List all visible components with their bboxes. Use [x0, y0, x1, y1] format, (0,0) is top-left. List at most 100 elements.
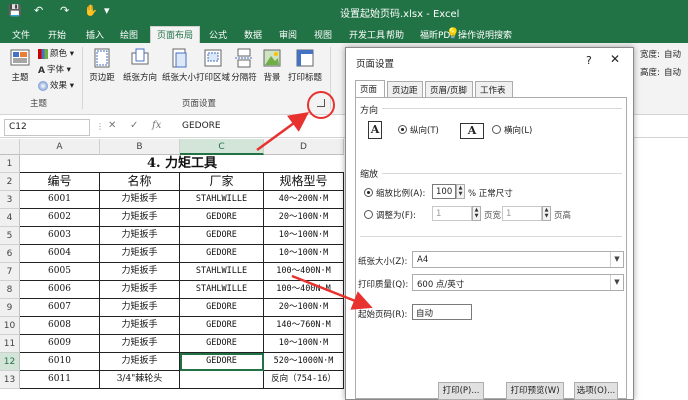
formula-input[interactable]: GEDORE [182, 121, 221, 131]
table-cell[interactable]: 力矩扳手 [100, 191, 180, 209]
table-cell[interactable]: 力矩扳手 [100, 263, 180, 281]
tab-formulas[interactable]: 公式 [203, 27, 233, 43]
row-header[interactable]: 11 [0, 335, 20, 353]
table-cell[interactable]: GEDORE [180, 209, 264, 227]
orientation-button[interactable]: 纸张方向 [120, 47, 160, 83]
table-cell[interactable]: 6003 [20, 227, 100, 245]
table-cell[interactable]: GEDORE [180, 299, 264, 317]
tab-view[interactable]: 视图 [308, 27, 338, 43]
row-header[interactable]: 7 [0, 263, 20, 281]
options-button[interactable]: 选项(O)... [574, 382, 618, 400]
fonts-button[interactable]: A 字体 ▾ [38, 64, 71, 77]
row-header[interactable]: 6 [0, 245, 20, 263]
enter-icon[interactable]: ✓ [130, 120, 138, 131]
table-cell[interactable]: 40～200N·M [264, 191, 344, 209]
table-cell[interactable]: 6002 [20, 209, 100, 227]
name-box[interactable]: C12 [4, 119, 90, 136]
table-cell[interactable]: GEDORE [180, 245, 264, 263]
table-cell[interactable]: 6001 [20, 191, 100, 209]
table-cell[interactable]: 力矩扳手 [100, 353, 180, 371]
help-icon[interactable]: ? [586, 54, 592, 67]
table-cell[interactable]: 反向（754-16） [264, 371, 344, 389]
table-cell[interactable]: 10～100N·M [264, 335, 344, 353]
margins-button[interactable]: 页边距 [86, 47, 118, 83]
tell-me-search[interactable]: 操作说明搜索 [452, 27, 518, 43]
first-page-number-input[interactable]: 自动 [412, 304, 472, 320]
tab-sheet[interactable]: 工作表 [475, 81, 513, 97]
fit-pages-tall-input[interactable]: 1 [502, 206, 542, 221]
scale-height-value[interactable]: 自动 [664, 67, 681, 80]
table-cell[interactable]: 6005 [20, 263, 100, 281]
row-header[interactable]: 3 [0, 191, 20, 209]
table-cell[interactable]: STAHLWILLE [180, 281, 264, 299]
tab-draw[interactable]: 绘图 [114, 27, 144, 43]
print-preview-button[interactable]: 打印预览(W) [506, 382, 564, 400]
size-button[interactable]: 纸张大小 [162, 47, 196, 83]
save-icon[interactable]: 💾 [8, 4, 22, 17]
tab-page-layout[interactable]: 页面布局 [150, 26, 201, 43]
table-cell[interactable]: 力矩扳手 [100, 281, 180, 299]
select-all-corner[interactable] [0, 139, 20, 155]
table-cell[interactable]: 力矩扳手 [100, 245, 180, 263]
table-cell[interactable] [180, 371, 264, 389]
print-button[interactable]: 打印(P)... [438, 382, 484, 400]
table-cell[interactable]: 力矩扳手 [100, 317, 180, 335]
landscape-radio[interactable] [492, 125, 501, 134]
scale-width-value[interactable]: 自动 [664, 49, 681, 62]
background-button[interactable]: 背景 [260, 47, 284, 83]
tab-insert[interactable]: 插入 [80, 27, 110, 43]
table-cell[interactable]: 100～400N·M [264, 281, 344, 299]
table-cell[interactable]: 编号 [20, 173, 100, 191]
table-cell[interactable]: 6004 [20, 245, 100, 263]
table-cell[interactable]: 厂家 [180, 173, 264, 191]
table-cell[interactable]: GEDORE [180, 317, 264, 335]
table-cell[interactable]: 名称 [100, 173, 180, 191]
table-cell[interactable]: 力矩扳手 [100, 227, 180, 245]
table-cell[interactable]: 20～100N·M [264, 209, 344, 227]
row-header[interactable]: 1 [0, 155, 20, 173]
colors-button[interactable]: 颜色 ▾ [38, 48, 74, 61]
insert-function-icon[interactable]: fx [152, 120, 161, 131]
row-header[interactable]: 4 [0, 209, 20, 227]
table-cell[interactable]: 10～100N·M [264, 227, 344, 245]
themes-button[interactable]: 主题 [6, 47, 34, 83]
table-cell[interactable]: STAHLWILLE [180, 263, 264, 281]
undo-icon[interactable]: ↶ [34, 4, 43, 17]
page-setup-launcher-icon[interactable] [317, 99, 325, 107]
table-cell[interactable]: 6008 [20, 317, 100, 335]
sheet-title-cell[interactable]: 4. 力矩工具 [20, 155, 344, 173]
table-cell[interactable]: 力矩扳手 [100, 335, 180, 353]
tab-help[interactable]: 帮助 [380, 27, 410, 43]
tab-home[interactable]: 开始 [42, 27, 72, 43]
table-cell[interactable]: 140～760N·M [264, 317, 344, 335]
cancel-icon[interactable]: ✕ [108, 120, 116, 131]
table-cell[interactable]: 力矩扳手 [100, 299, 180, 317]
adjust-to-radio[interactable] [364, 188, 373, 197]
table-cell[interactable]: 10～100N·M [264, 245, 344, 263]
fit-pages-wide-spinner[interactable]: ▲ ▼ [472, 206, 481, 221]
table-cell[interactable]: 规格型号 [264, 173, 344, 191]
scale-percent-input[interactable]: 100 [432, 184, 456, 199]
tab-data[interactable]: 数据 [238, 27, 268, 43]
table-cell[interactable]: STAHLWILLE [180, 191, 264, 209]
column-header[interactable]: A [20, 139, 100, 155]
effects-button[interactable]: 效果 ▾ [38, 80, 74, 93]
table-cell[interactable]: 3/4"棘轮头 [100, 371, 180, 389]
row-header[interactable]: 2 [0, 173, 20, 191]
table-cell[interactable]: 100～400N·M [264, 263, 344, 281]
row-header[interactable]: 8 [0, 281, 20, 299]
tab-review[interactable]: 审阅 [273, 27, 303, 43]
table-cell[interactable]: 6010 [20, 353, 100, 371]
tab-margins[interactable]: 页边距 [387, 81, 423, 97]
column-header[interactable]: C [180, 139, 264, 155]
table-cell[interactable]: 6011 [20, 371, 100, 389]
print-area-button[interactable]: 打印区域 [194, 47, 232, 83]
table-cell[interactable]: 力矩扳手 [100, 209, 180, 227]
close-icon[interactable]: ✕ [610, 52, 620, 66]
redo-icon[interactable]: ↷ [60, 4, 69, 17]
row-header[interactable]: 13 [0, 371, 20, 389]
fit-to-radio[interactable] [364, 210, 373, 219]
print-quality-select[interactable]: 600 点/英寸 ▼ [412, 274, 624, 291]
tab-page[interactable]: 页面 [355, 80, 385, 97]
customize-toolbar-icon[interactable]: ▾ [104, 4, 110, 17]
